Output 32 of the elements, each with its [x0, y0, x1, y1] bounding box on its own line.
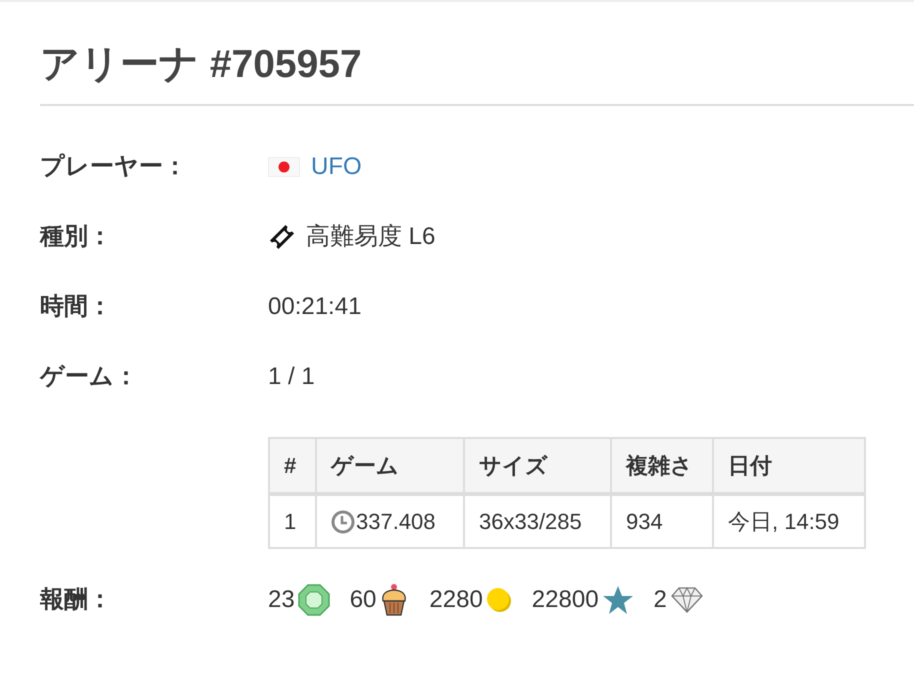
game-time: 337.408	[356, 508, 436, 536]
ticket-icon	[268, 224, 296, 250]
table-cell: 934	[611, 494, 713, 548]
table-cell: 36x33/285	[464, 494, 611, 548]
column-header: 複雑さ	[611, 438, 713, 494]
column-header: ゲーム	[316, 438, 464, 494]
detail-value: 高難易度 L6	[306, 222, 436, 252]
table-cell: 今日, 14:59	[713, 494, 865, 548]
detail-value: 00:21:41	[268, 292, 362, 322]
detail-label: プレーヤー：	[40, 152, 188, 182]
detail-label: ゲーム：	[40, 362, 139, 392]
detail-value: 1 / 1	[268, 362, 315, 392]
detail-label: 時間：	[40, 292, 113, 322]
table-cell: 1	[269, 494, 316, 548]
reward-amount: 23	[268, 585, 295, 615]
column-header: 日付	[713, 438, 865, 494]
coin-icon	[486, 587, 512, 613]
page-title: アリーナ #705957	[40, 2, 914, 106]
reward-amount: 60	[350, 585, 376, 615]
star-icon	[602, 585, 634, 615]
player-link[interactable]: UFO	[311, 149, 362, 185]
reward-amount: 2280	[429, 585, 483, 615]
reward-amount: 22800	[532, 585, 599, 615]
rewards-label: 報酬：	[40, 585, 113, 615]
flag-icon	[268, 157, 300, 177]
column-header: #	[269, 438, 316, 494]
clock-icon	[331, 510, 355, 534]
column-header: サイズ	[464, 438, 611, 494]
gem-icon	[298, 584, 330, 616]
diamond-icon	[670, 586, 704, 614]
detail-label: 種別：	[40, 222, 113, 252]
reward-amount: 2	[654, 585, 667, 615]
